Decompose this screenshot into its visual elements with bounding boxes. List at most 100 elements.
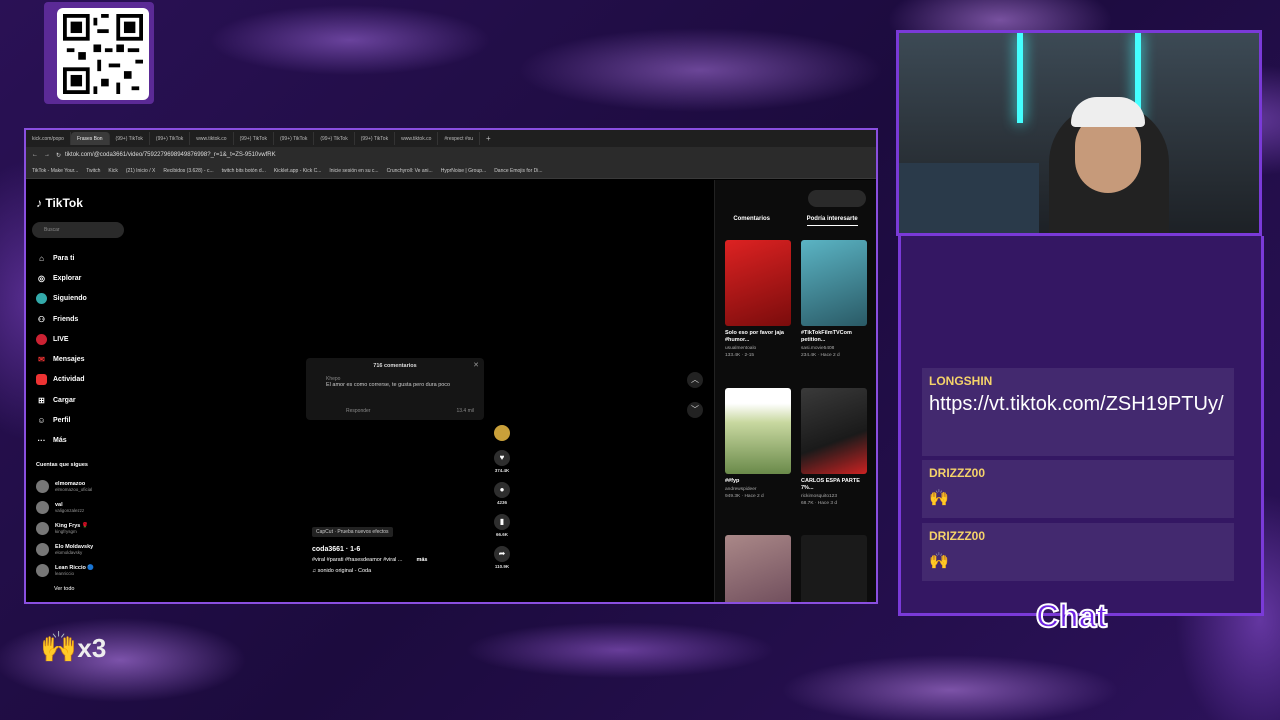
video-thumbnail bbox=[801, 535, 867, 602]
share-action[interactable]: ➦ 110.9K bbox=[492, 546, 512, 569]
browser-tab[interactable]: kick.com/popo bbox=[26, 132, 71, 145]
chevron-up-icon[interactable]: ︿ bbox=[687, 372, 703, 388]
video-sound[interactable]: ♫ sonido original - Coda bbox=[312, 568, 428, 574]
see-all-link[interactable]: Ver todo bbox=[54, 586, 75, 592]
reload-icon[interactable]: ↻ bbox=[56, 152, 61, 159]
view-toggle[interactable] bbox=[808, 190, 866, 207]
comment: Khepo El amor es como correrse, te gusta… bbox=[326, 376, 471, 388]
url-field[interactable]: tiktok.com/@coda3661/video/7592279698949… bbox=[65, 152, 876, 158]
sidebar-item-siguiendo[interactable]: Siguiendo bbox=[36, 289, 87, 309]
like-action[interactable]: ♥ 374.4K bbox=[492, 450, 512, 473]
right-panel: Comentarios Podría interesarte Solo eso … bbox=[714, 180, 876, 602]
following-handle: kingfrysgm bbox=[55, 529, 77, 534]
video-user: sasi.movie5408 bbox=[801, 346, 835, 351]
browser-tab[interactable]: www.tiktok.co bbox=[190, 132, 234, 145]
tab-podria-interesarte[interactable]: Podría interesarte bbox=[806, 216, 858, 226]
sidebar-item-mensajes[interactable]: ✉ Mensajes bbox=[36, 349, 87, 369]
nav-label: LIVE bbox=[53, 335, 69, 343]
following-item[interactable]: King Frys 🌹 kingfrysgm bbox=[36, 518, 94, 539]
friends-icon: ⚇ bbox=[37, 314, 46, 324]
reply-button[interactable]: Responder bbox=[346, 408, 370, 414]
following-handle: valigonzalezzz bbox=[55, 508, 85, 513]
messages-icon: ✉ bbox=[38, 355, 45, 365]
sidebar-item-explorar[interactable]: ◎ Explorar bbox=[36, 268, 87, 288]
sidebar-item-mas[interactable]: ··· Más bbox=[36, 431, 87, 451]
following-list: elmomazoo elmomazoo_oficial val valigonzal… bbox=[36, 476, 94, 581]
browser-tab[interactable]: (99+) TikTok bbox=[150, 132, 191, 145]
capcut-badge[interactable]: CapCut · Prueba nuevos efectos bbox=[312, 527, 393, 537]
browser-tab[interactable]: (99+) TikTok bbox=[234, 132, 274, 145]
suggested-video[interactable]: #TikTokFilmTVCom petition... sasi.movie5… bbox=[801, 240, 869, 358]
browser-tab[interactable]: #respect #su bbox=[438, 132, 481, 145]
nav-label: Explorar bbox=[53, 274, 82, 282]
sidebar-item-actividad[interactable]: Actividad bbox=[36, 370, 87, 390]
sidebar-item-perfil[interactable]: ☺ Perfil bbox=[36, 410, 87, 430]
comments-count: 716 comentarios bbox=[373, 363, 417, 369]
tab-bar: kick.com/popo Frases Bon (99+) TikTok (9… bbox=[26, 130, 876, 147]
more-link[interactable]: más bbox=[416, 557, 427, 563]
avatar bbox=[36, 543, 49, 556]
new-tab-icon[interactable]: + bbox=[486, 134, 491, 143]
tab-comentarios[interactable]: Comentarios bbox=[733, 216, 770, 226]
bookmark-item[interactable]: Kick bbox=[108, 168, 117, 174]
browser-tab[interactable]: (99+) TikTok bbox=[355, 132, 396, 145]
suggested-video[interactable]: CARLOS ESPA PARTE 7%... rickimosquito123… bbox=[801, 388, 869, 506]
right-tabs: Comentarios Podría interesarte bbox=[715, 216, 876, 226]
bookmark-item[interactable]: Dance Emojis for Di... bbox=[494, 168, 542, 174]
video-title: CARLOS ESPA PARTE 7%... bbox=[801, 478, 860, 491]
comment-likes: 13.4 mil bbox=[456, 408, 474, 414]
bookmark-item[interactable]: Kicklet.app - Kick C... bbox=[274, 168, 322, 174]
following-title: Cuentas que sigues bbox=[36, 462, 88, 468]
browser-tab[interactable]: (99+) TikTok bbox=[274, 132, 315, 145]
browser-tab[interactable]: (99+) TikTok bbox=[110, 132, 150, 145]
video-user: andrewspideer bbox=[725, 487, 757, 492]
video-meta: 234.4K · Hace 2 d bbox=[801, 353, 840, 358]
suggested-video[interactable] bbox=[725, 535, 793, 602]
chat-message: DRIZZZ00 🙌 bbox=[922, 523, 1234, 581]
video-meta: 949.3K · Hace 2 d bbox=[725, 494, 764, 499]
search-input[interactable]: Buscar bbox=[32, 222, 124, 238]
browser-tab[interactable]: (99+) TikTok bbox=[314, 132, 355, 145]
following-handle: leanriccio bbox=[55, 571, 75, 576]
address-bar: ← → ↻ tiktok.com/@coda3661/video/7592279… bbox=[26, 147, 876, 163]
following-item[interactable]: Lean Riccio 🔵 leanriccio bbox=[36, 560, 94, 581]
suggested-video[interactable]: ##fyp andrewspideer 949.3K · Hace 2 d bbox=[725, 388, 793, 499]
video-caption: #viral #parati #frasesdeamor #viral ... bbox=[312, 557, 403, 563]
comment-action[interactable]: ● 4236 bbox=[492, 482, 512, 505]
bookmark-item[interactable]: Recibidos (3.628) - c... bbox=[163, 168, 213, 174]
share-icon: ➦ bbox=[494, 546, 510, 562]
sidebar-item-live[interactable]: LIVE bbox=[36, 329, 87, 349]
bookmark-action[interactable]: ▮ 66.6K bbox=[492, 514, 512, 537]
tiktok-logo[interactable]: ♪ TikTok bbox=[36, 196, 83, 210]
video-info: CapCut · Prueba nuevos efectos coda3661 … bbox=[312, 520, 428, 574]
activity-icon bbox=[36, 374, 47, 386]
bookmark-item[interactable]: Crunchyroll: Ve ani... bbox=[387, 168, 433, 174]
following-item[interactable]: Elo Moldavsky elomoldavsky bbox=[36, 539, 94, 560]
bookmark-item[interactable]: HyprNoise | Group... bbox=[441, 168, 486, 174]
bookmark-item[interactable]: Twitch bbox=[86, 168, 100, 174]
sidebar-item-cargar[interactable]: ⊞ Cargar bbox=[36, 390, 87, 410]
suggested-video[interactable]: Solo eso por favor jaja #humor... usualm… bbox=[725, 240, 793, 358]
like-count: 374.4K bbox=[494, 468, 510, 473]
suggested-video[interactable] bbox=[801, 535, 869, 602]
bookmark-item[interactable]: twitch bits botón d... bbox=[222, 168, 266, 174]
back-icon[interactable]: ← bbox=[32, 152, 38, 158]
chat-text: 🙌 bbox=[929, 553, 949, 570]
bookmark-item[interactable]: Inicie sesión en su c... bbox=[329, 168, 378, 174]
bookmark-item[interactable]: TikTok - Make Your... bbox=[32, 168, 78, 174]
following-item[interactable]: val valigonzalezzz bbox=[36, 497, 94, 518]
video-author[interactable]: coda3661 · 1-6 bbox=[312, 546, 428, 553]
browser-tab[interactable]: www.tiktok.co bbox=[395, 132, 439, 145]
sidebar-item-para-ti[interactable]: ⌂ Para ti bbox=[36, 248, 87, 268]
chat-username: DRIZZZ00 bbox=[929, 529, 986, 543]
creator-avatar[interactable] bbox=[494, 425, 510, 441]
bookmark-item[interactable]: (21) Inicio / X bbox=[126, 168, 155, 174]
chevron-down-icon[interactable]: ﹀ bbox=[687, 402, 703, 418]
video-user: rickimosquito123 bbox=[801, 494, 837, 499]
chat-username: DRIZZZ00 bbox=[929, 466, 986, 480]
close-icon[interactable]: ✕ bbox=[473, 361, 479, 369]
browser-tab-active[interactable]: Frases Bon bbox=[70, 132, 110, 145]
forward-icon[interactable]: → bbox=[44, 152, 50, 158]
sidebar-item-friends[interactable]: ⚇ Friends bbox=[36, 309, 87, 329]
following-item[interactable]: elmomazoo elmomazoo_oficial bbox=[36, 476, 94, 497]
